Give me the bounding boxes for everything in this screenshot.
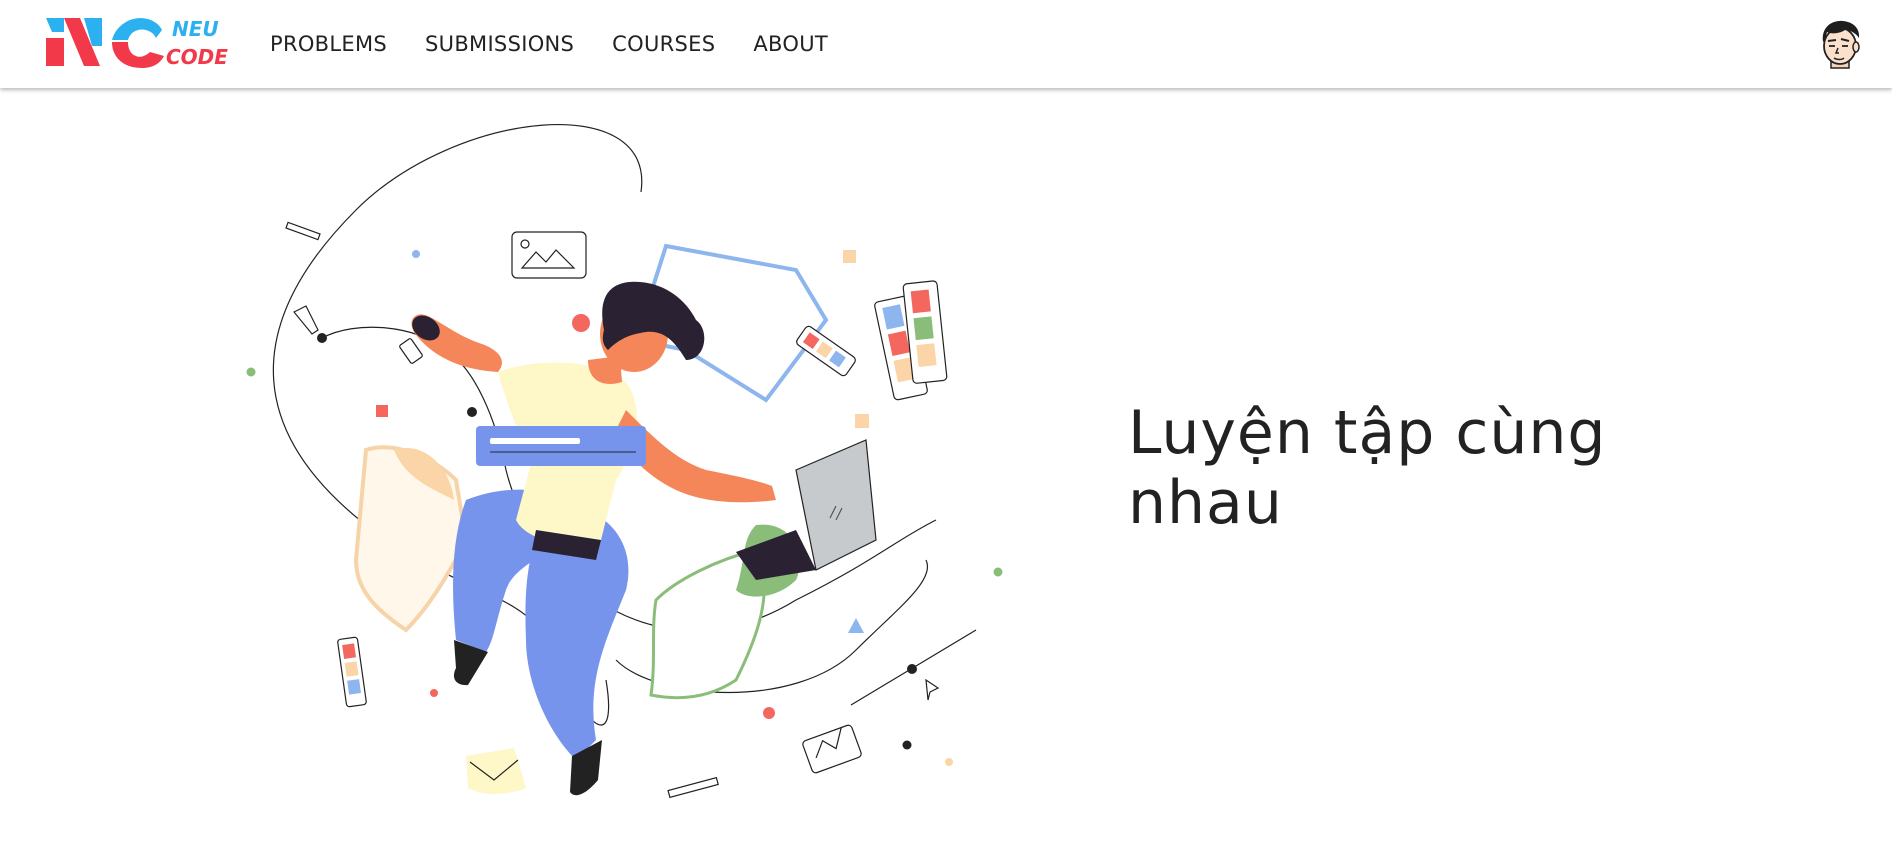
laptop-screen	[795, 439, 877, 571]
neucode-logo[interactable]: NEU CODE	[44, 12, 234, 72]
logo-c-blue	[112, 18, 162, 40]
dot-red	[572, 314, 590, 332]
nav-problems[interactable]: PROBLEMS	[270, 32, 387, 56]
avatar-ear	[1852, 41, 1860, 53]
square-peach-2	[855, 414, 869, 428]
cursor-icon	[925, 678, 940, 701]
avatar-brow-left	[1827, 39, 1837, 42]
avatar-face	[1823, 27, 1857, 65]
user-avatar-icon[interactable]	[1817, 18, 1863, 70]
logo-word-code: CODE	[166, 45, 228, 69]
nav-courses[interactable]: COURSES	[612, 32, 715, 56]
map-card-icon	[802, 724, 862, 774]
pencil-icon	[285, 221, 321, 241]
main-nav: PROBLEMS SUBMISSIONS COURSES ABOUT	[270, 0, 866, 88]
dot-blue	[412, 250, 420, 258]
nav-submissions[interactable]: SUBMISSIONS	[425, 32, 574, 56]
color-swatch-card	[874, 280, 948, 401]
envelope-icon	[466, 748, 526, 794]
node-dot-2	[467, 407, 477, 417]
dot-green	[246, 367, 256, 377]
logo-n-blue	[46, 18, 64, 32]
logo-word-neu: NEU	[172, 17, 219, 41]
square-red	[376, 405, 388, 417]
dot-peach	[945, 758, 953, 766]
dot-green-2	[993, 567, 1003, 577]
logo-c-red	[112, 42, 164, 68]
coding-person-illustration	[246, 123, 1003, 799]
nav-about[interactable]: ABOUT	[753, 32, 828, 56]
pen-nib-icon	[293, 305, 319, 335]
eraser-icon	[399, 338, 423, 364]
node-dot-1	[317, 333, 327, 343]
code-snippet-card	[476, 426, 646, 466]
color-swatch-strip-left	[337, 636, 367, 708]
node-dot-5	[902, 740, 912, 750]
dot-red-3	[763, 707, 775, 719]
ruler-icon	[667, 776, 719, 799]
left-paper	[353, 445, 469, 633]
top-navigation-bar: NEU CODE PROBLEMS SUBMISSIONS COURSES AB…	[0, 0, 1892, 88]
triangle-blue	[848, 618, 864, 633]
square-peach	[843, 250, 856, 263]
dot-red-2	[430, 689, 438, 697]
node-dot-4	[907, 664, 917, 674]
image-card-icon	[511, 231, 587, 279]
hero-title: Luyện tập cùng nhau	[1128, 398, 1607, 538]
logo-n-red	[46, 38, 64, 66]
